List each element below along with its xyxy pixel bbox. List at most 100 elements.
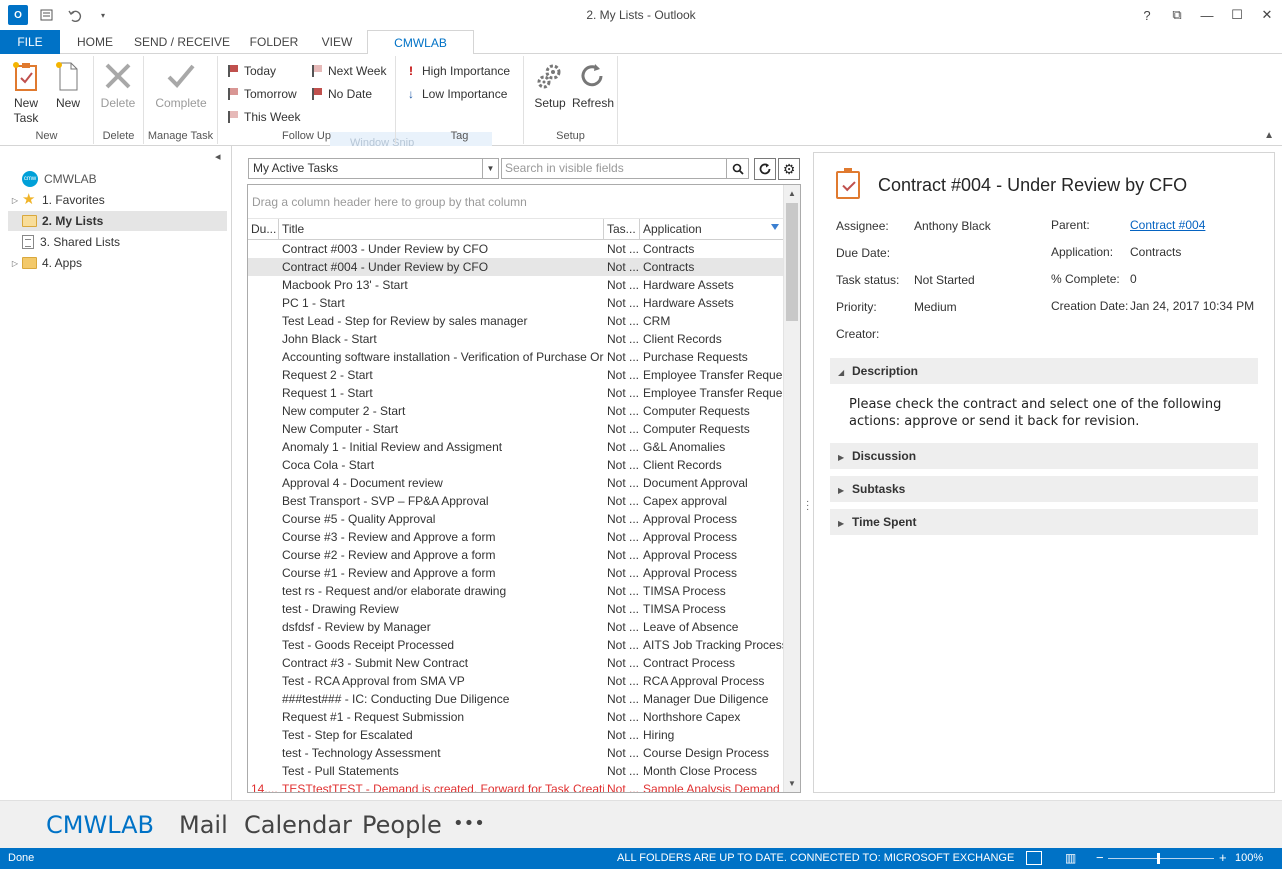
- table-row[interactable]: Request 2 - Start Not ... Employee Transfe…: [248, 366, 784, 384]
- table-row[interactable]: Course #2 - Review and Approve a form Not…: [248, 546, 784, 564]
- refresh-list-button[interactable]: [754, 158, 776, 180]
- refresh-button[interactable]: Refresh: [572, 60, 614, 111]
- nav-account-cmwlab[interactable]: cmw CMWLAB: [8, 169, 227, 189]
- tab-home[interactable]: HOME: [68, 30, 122, 54]
- table-row[interactable]: Request 1 - Start Not ... Employee Transfe…: [248, 384, 784, 402]
- table-row[interactable]: Test - RCA Approval from SMA VP Not ... RC…: [248, 672, 784, 690]
- complete-button[interactable]: Complete: [149, 60, 213, 111]
- table-row[interactable]: Test - Goods Receipt Processed Not ... AIT…: [248, 636, 784, 654]
- section-subtasks[interactable]: ▶ Subtasks: [830, 476, 1258, 502]
- table-row[interactable]: New computer 2 - Start Not ... Computer Re…: [248, 402, 784, 420]
- list-settings-button[interactable]: ⚙: [778, 158, 800, 180]
- table-row[interactable]: Test - Step for Escalated Not ... Hiring: [248, 726, 784, 744]
- table-row[interactable]: test rs - Request and/or elaborate drawi…: [248, 582, 784, 600]
- nav-cmwlab[interactable]: CMWLAB: [46, 811, 154, 839]
- table-row[interactable]: Coca Cola - Start Not ... Client Records: [248, 456, 784, 474]
- nav-item-shared-lists[interactable]: 3. Shared Lists: [8, 232, 227, 252]
- table-row[interactable]: 14.... TESTtestTEST - Demand is created. …: [248, 780, 784, 792]
- section-time-spent[interactable]: ▶ Time Spent: [830, 509, 1258, 535]
- tab-send-receive[interactable]: SEND / RECEIVE: [132, 30, 232, 54]
- scroll-down-icon[interactable]: ▼: [784, 775, 800, 792]
- section-description[interactable]: ◢ Description: [830, 358, 1258, 384]
- creator-label: Creator:: [836, 327, 880, 341]
- flag-today-button[interactable]: Today: [228, 61, 276, 81]
- search-input[interactable]: Search in visible fields: [501, 158, 749, 179]
- column-header-application[interactable]: Application: [640, 219, 784, 240]
- nav-item-my-lists[interactable]: 2. My Lists: [8, 211, 227, 231]
- more-modules-icon[interactable]: •••: [453, 813, 485, 834]
- table-row[interactable]: John Black - Start Not ... Client Records: [248, 330, 784, 348]
- chevron-down-icon[interactable]: ▼: [482, 159, 498, 178]
- flag-next-week-button[interactable]: Next Week: [312, 61, 386, 81]
- table-row[interactable]: Approval 4 - Document review Not ... Docum…: [248, 474, 784, 492]
- delete-button[interactable]: Delete: [98, 60, 138, 111]
- new-button[interactable]: New: [48, 60, 88, 111]
- table-row[interactable]: Anomaly 1 - Initial Review and Assigment…: [248, 438, 784, 456]
- table-row[interactable]: Contract #003 - Under Review by CFO Not .…: [248, 240, 784, 258]
- table-row[interactable]: Course #1 - Review and Approve a form Not…: [248, 564, 784, 582]
- table-row[interactable]: ###test### - IC: Conducting Due Diligenc…: [248, 690, 784, 708]
- tab-cmwlab[interactable]: CMWLAB: [367, 30, 474, 55]
- table-row[interactable]: Contract #3 - Submit New Contract Not ...…: [248, 654, 784, 672]
- cell-title: Request #1 - Request Submission: [282, 710, 465, 724]
- view-select[interactable]: My Active Tasks ▼: [248, 158, 499, 179]
- cell-status: Not ...: [607, 566, 640, 580]
- pane-splitter[interactable]: · · ·: [804, 146, 813, 800]
- section-discussion[interactable]: ▶ Discussion: [830, 443, 1258, 469]
- column-header-status[interactable]: Tas...: [604, 219, 640, 240]
- group-by-hint[interactable]: Drag a column header here to group by th…: [248, 185, 784, 219]
- normal-view-icon[interactable]: [1026, 851, 1042, 865]
- setup-button[interactable]: Setup: [530, 60, 570, 111]
- parent-link[interactable]: Contract #004: [1130, 218, 1205, 232]
- ribbon-display-button[interactable]: ⧉: [1162, 0, 1192, 30]
- table-row[interactable]: New Computer - Start Not ... Computer Requ…: [248, 420, 784, 438]
- vertical-scrollbar[interactable]: ▲ ▼: [783, 185, 800, 792]
- zoom-slider-thumb[interactable]: [1157, 853, 1160, 864]
- table-row[interactable]: test - Technology Assessment Not ... Cours…: [248, 744, 784, 762]
- nav-mail[interactable]: Mail: [179, 811, 228, 839]
- tab-view[interactable]: VIEW: [314, 30, 360, 54]
- filter-icon[interactable]: [771, 224, 779, 230]
- minimize-button[interactable]: —: [1192, 0, 1222, 30]
- high-importance-button[interactable]: ! High Importance: [406, 61, 510, 81]
- flag-tomorrow-button[interactable]: Tomorrow: [228, 84, 297, 104]
- column-header-title[interactable]: Title: [279, 219, 604, 240]
- new-task-button[interactable]: New Task: [6, 60, 46, 126]
- nav-item-apps[interactable]: ▷ 4. Apps: [8, 253, 227, 273]
- nav-item-favorites[interactable]: ▷ ★ 1. Favorites: [8, 190, 227, 210]
- table-row[interactable]: dsfdsf - Review by Manager Not ... Leave o…: [248, 618, 784, 636]
- expand-arrow-icon[interactable]: ▷: [8, 196, 22, 205]
- table-row[interactable]: Macbook Pro 13' - Start Not ... Hardware A…: [248, 276, 784, 294]
- table-row[interactable]: Best Transport - SVP – FP&A Approval Not …: [248, 492, 784, 510]
- nav-people[interactable]: People: [362, 811, 442, 839]
- table-row[interactable]: Course #5 - Quality Approval Not ... Appro…: [248, 510, 784, 528]
- close-button[interactable]: ✕: [1252, 0, 1282, 30]
- table-row[interactable]: Test - Pull Statements Not ... Month Close…: [248, 762, 784, 780]
- collapse-ribbon-icon[interactable]: ▲: [1264, 130, 1274, 141]
- search-button[interactable]: [726, 159, 748, 178]
- reading-view-icon[interactable]: ▥: [1065, 851, 1076, 865]
- maximize-button[interactable]: ☐: [1222, 0, 1252, 30]
- scroll-thumb[interactable]: [786, 203, 798, 321]
- table-row[interactable]: Accounting software installation - Verif…: [248, 348, 784, 366]
- low-importance-button[interactable]: ↓ Low Importance: [406, 84, 507, 104]
- zoom-in-button[interactable]: +: [1219, 850, 1227, 865]
- tab-file[interactable]: FILE: [0, 30, 60, 54]
- collapse-folder-pane-icon[interactable]: ◂: [215, 150, 221, 163]
- tab-folder[interactable]: FOLDER: [244, 30, 304, 54]
- scroll-up-icon[interactable]: ▲: [784, 185, 800, 202]
- zoom-out-button[interactable]: −: [1096, 850, 1104, 865]
- flag-this-week-button[interactable]: This Week: [228, 107, 300, 127]
- flag-no-date-button[interactable]: No Date: [312, 84, 372, 104]
- table-row[interactable]: Request #1 - Request Submission Not ... No…: [248, 708, 784, 726]
- table-row[interactable]: Contract #004 - Under Review by CFO Not .…: [248, 258, 784, 276]
- column-header-due[interactable]: Du...: [248, 219, 279, 240]
- table-row[interactable]: Course #3 - Review and Approve a form Not…: [248, 528, 784, 546]
- zoom-slider-track[interactable]: [1108, 858, 1214, 859]
- table-row[interactable]: test - Drawing Review Not ... TIMSA Proces…: [248, 600, 784, 618]
- expand-arrow-icon[interactable]: ▷: [8, 259, 22, 268]
- nav-calendar[interactable]: Calendar: [244, 811, 352, 839]
- table-row[interactable]: Test Lead - Step for Review by sales man…: [248, 312, 784, 330]
- help-button[interactable]: ?: [1132, 0, 1162, 30]
- table-row[interactable]: PC 1 - Start Not ... Hardware Assets: [248, 294, 784, 312]
